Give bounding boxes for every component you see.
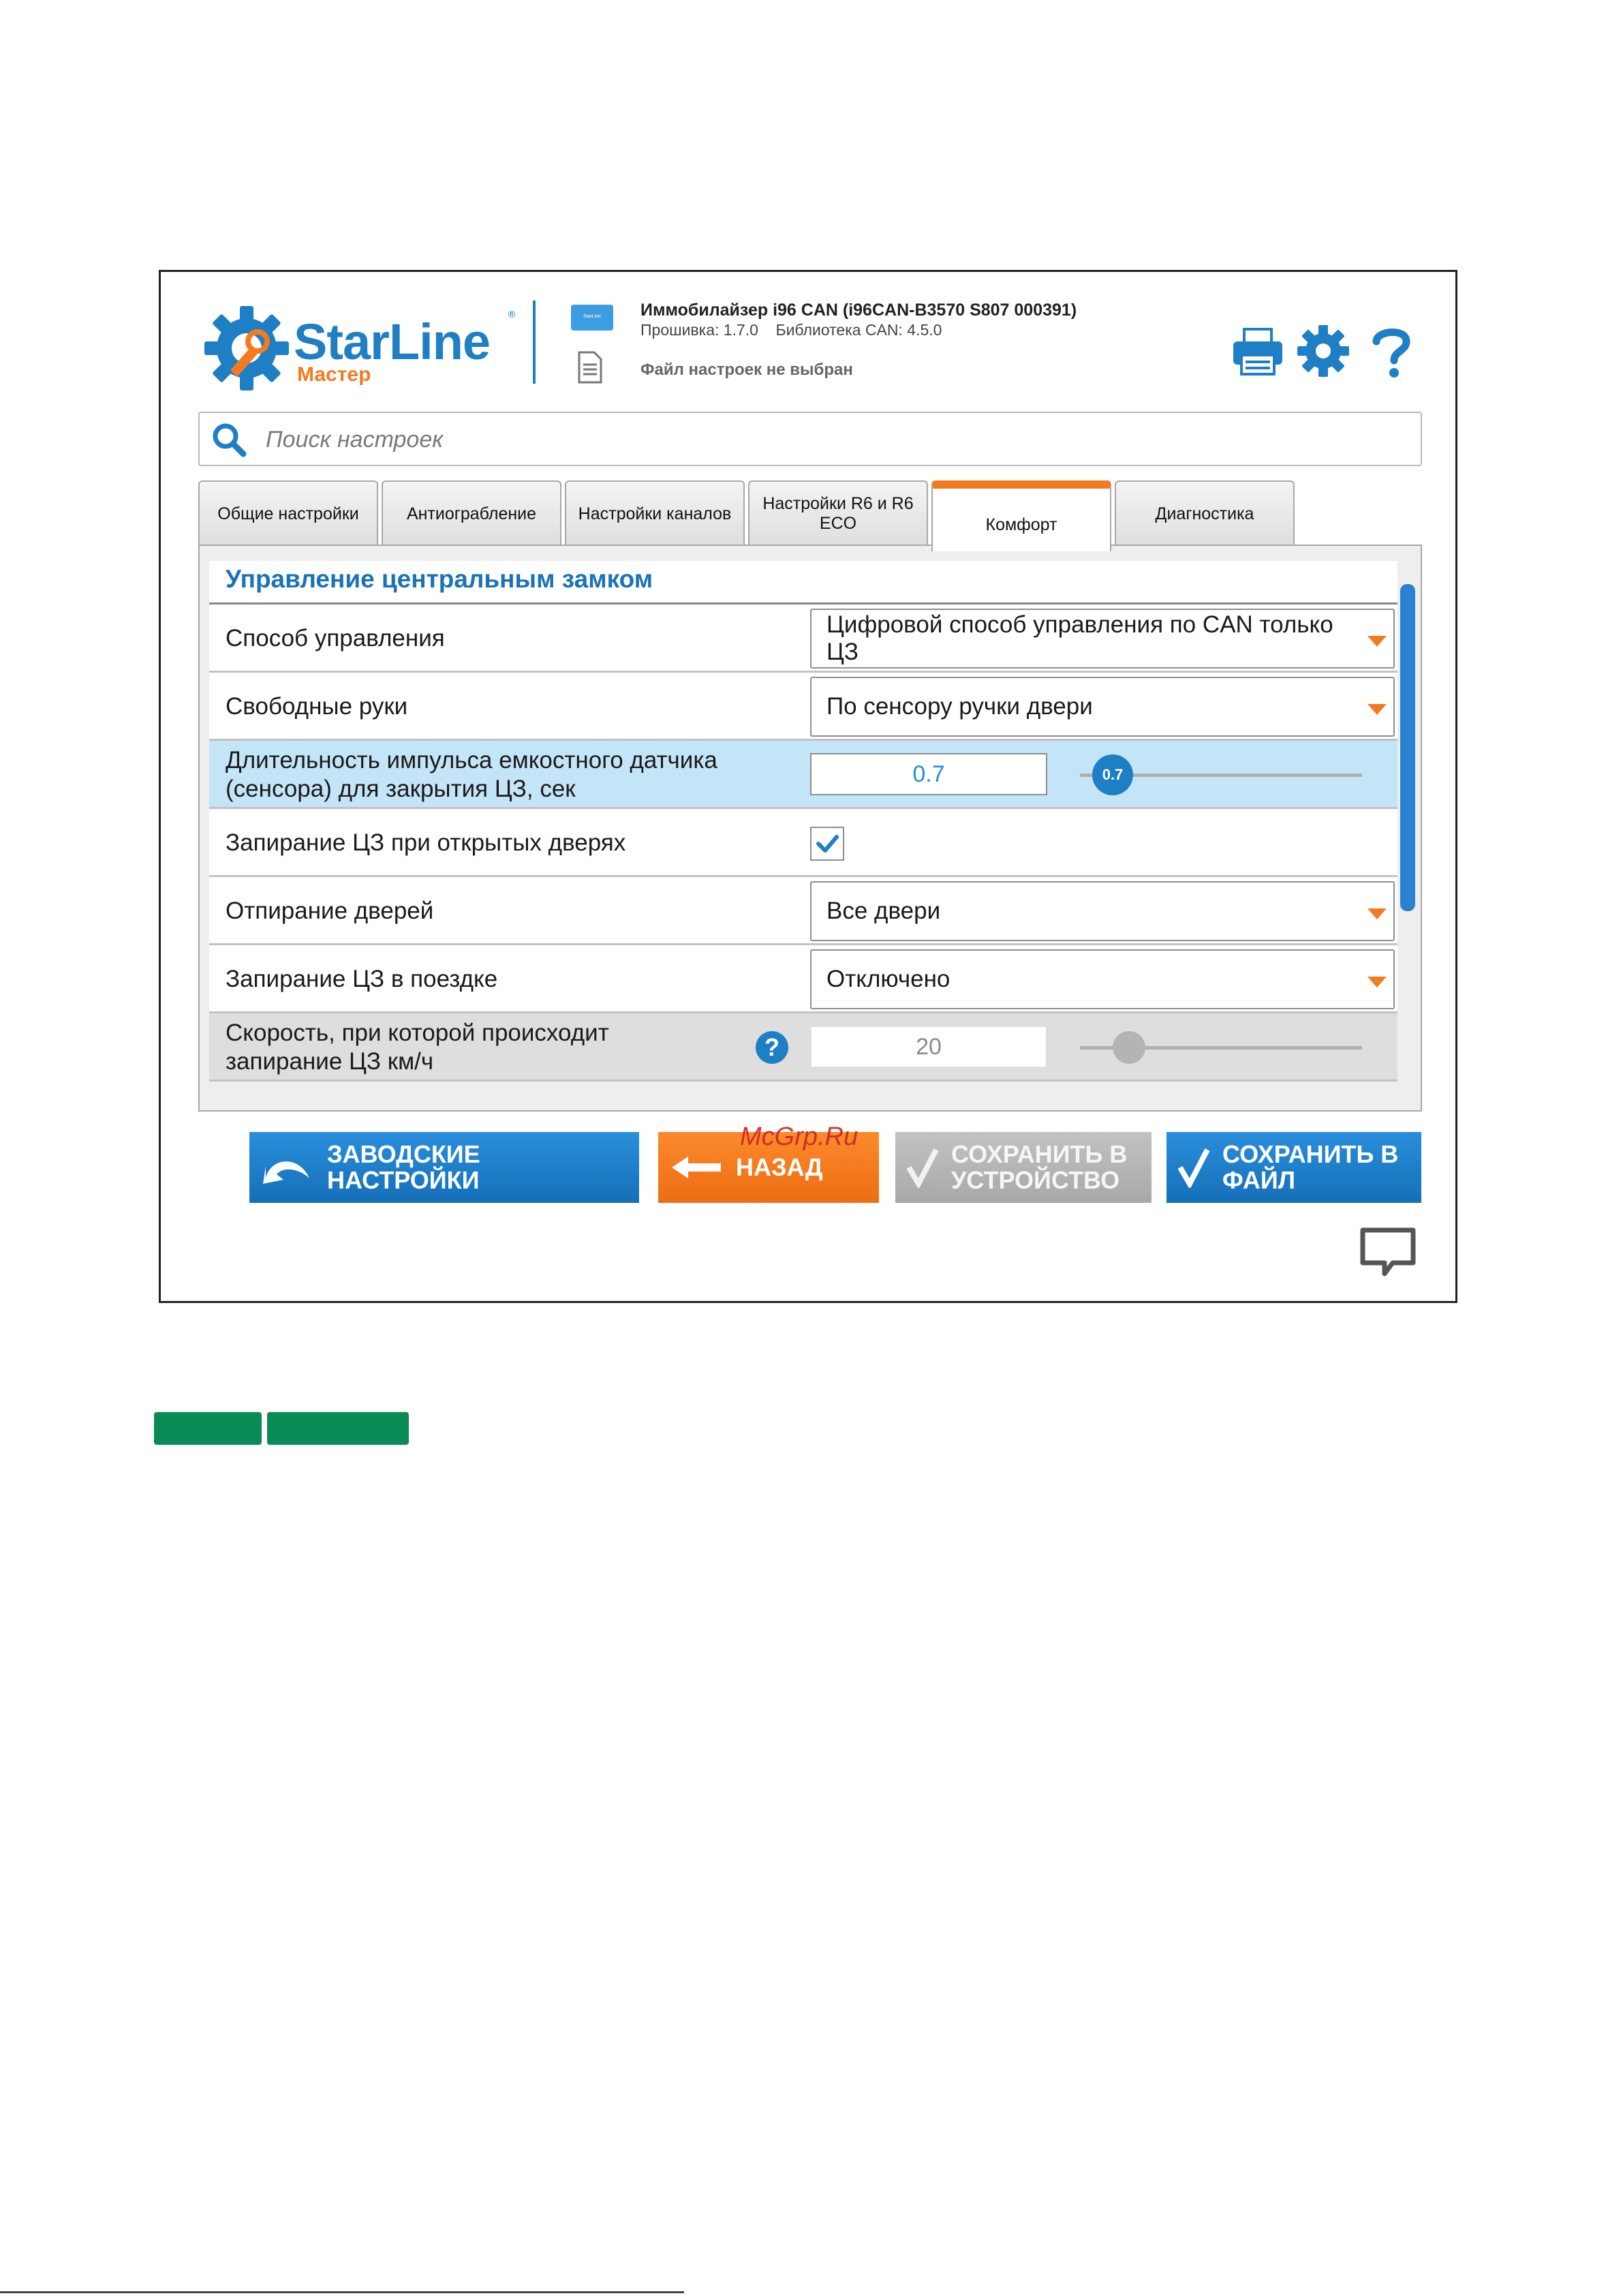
device-icon: StarLine: [571, 305, 613, 331]
save-to-device-button[interactable]: СОХРАНИТЬ В УСТРОЙСТВО: [895, 1132, 1151, 1203]
setting-label: Свободные руки: [226, 693, 408, 720]
document-icon: [578, 351, 602, 384]
tab-anti-robbery[interactable]: Антиограбление: [382, 480, 561, 546]
control-method-select[interactable]: Цифровой способ управления по CAN только…: [810, 609, 1395, 669]
setting-row-lock-open-doors: Запирание ЦЗ при открытых дверях: [209, 809, 1397, 877]
setting-label: Способ управления: [226, 625, 445, 652]
chevron-down-icon: [1367, 977, 1387, 988]
setting-row-control-method: Способ управления Цифровой способ управл…: [209, 604, 1397, 673]
chevron-down-icon: [1367, 636, 1387, 647]
setting-row-sensor-pulse: Длительность импульса емкостного датчика…: [209, 741, 1397, 809]
printer-icon[interactable]: [1231, 324, 1285, 378]
sensor-pulse-input[interactable]: 0.7: [810, 753, 1047, 795]
logo-text: StarLine: [294, 313, 491, 370]
drive-lock-select[interactable]: Отключено: [810, 949, 1395, 1009]
green-tag: [267, 1412, 409, 1445]
watermark: McGrp.Ru: [740, 1122, 859, 1151]
setting-row-door-unlock: Отпирание дверей Все двери: [209, 877, 1397, 945]
footer-rule: [0, 2291, 684, 2293]
header-divider: [533, 301, 536, 384]
tab-channel-settings[interactable]: Настройки каналов: [565, 480, 745, 546]
checkmark-icon: [1177, 1148, 1210, 1188]
logo-subtitle: Мастер: [297, 363, 371, 386]
save-to-file-button[interactable]: СОХРАНИТЬ В ФАЙЛ: [1166, 1132, 1421, 1203]
lock-open-doors-checkbox[interactable]: [810, 827, 844, 861]
setting-label: Запирание ЦЗ в поездке: [226, 966, 498, 992]
undo-arrow-icon: [263, 1161, 309, 1184]
section-title: Управление центральным замком: [209, 561, 1397, 604]
gear-logo-icon: [204, 306, 289, 391]
tab-r6-settings[interactable]: Настройки R6 и R6 ECO: [748, 480, 928, 546]
setting-row-hands-free: Свободные руки По сенсору ручки двери: [209, 673, 1397, 741]
door-unlock-select[interactable]: Все двери: [810, 881, 1395, 941]
checkmark-icon: [816, 835, 839, 853]
app-window: StarLine ® Мастер StarLine Иммобилайзер …: [159, 270, 1457, 1303]
green-tag: [154, 1412, 262, 1445]
search-icon: [213, 423, 247, 457]
settings-panel: Управление центральным замком Способ упр…: [198, 545, 1422, 1112]
settings-gear-icon[interactable]: [1296, 324, 1350, 378]
setting-label: Отпирание дверей: [226, 898, 434, 924]
tab-general-settings[interactable]: Общие настройки: [198, 480, 378, 546]
left-arrow-icon: [672, 1157, 721, 1178]
setting-label: Длительность импульса емкостного датчика…: [226, 747, 717, 802]
slider-handle[interactable]: 0.7: [1092, 754, 1133, 795]
search-box[interactable]: [198, 412, 1422, 466]
setting-label: Запирание ЦЗ при открытых дверях: [226, 829, 626, 856]
tab-comfort[interactable]: Комфорт: [931, 480, 1111, 551]
chevron-down-icon: [1367, 704, 1387, 715]
factory-settings-button[interactable]: ЗАВОДСКИЕ НАСТРОЙКИ: [249, 1132, 639, 1203]
hands-free-select[interactable]: По сенсору ручки двери: [810, 677, 1395, 737]
settings-file-status: Файл настроек не выбран: [640, 361, 853, 379]
search-input[interactable]: [264, 420, 1391, 459]
chat-icon[interactable]: [1359, 1226, 1417, 1278]
slider-handle[interactable]: [1113, 1031, 1145, 1064]
checkmark-icon: [906, 1148, 939, 1188]
lock-speed-input[interactable]: 20: [810, 1026, 1047, 1068]
chevron-down-icon: [1367, 908, 1387, 919]
tab-diagnostics[interactable]: Диагностика: [1115, 480, 1295, 546]
logo-trademark: ®: [507, 309, 516, 320]
help-icon[interactable]: ?: [756, 1031, 788, 1064]
setting-row-lock-speed: Скорость, при которой происходит запиран…: [209, 1013, 1397, 1082]
device-title: Иммобилайзер i96 CAN (i96CAN-B3570 S807 …: [640, 301, 1077, 320]
scrollbar[interactable]: [1400, 584, 1415, 911]
firmware-info: Прошивка: 1.7.0 Библиотека CAN: 4.5.0: [640, 321, 942, 339]
setting-label: Скорость, при которой происходит запиран…: [226, 1020, 609, 1075]
setting-row-drive-lock: Запирание ЦЗ в поездке Отключено: [209, 945, 1397, 1013]
help-icon[interactable]: [1364, 324, 1419, 378]
